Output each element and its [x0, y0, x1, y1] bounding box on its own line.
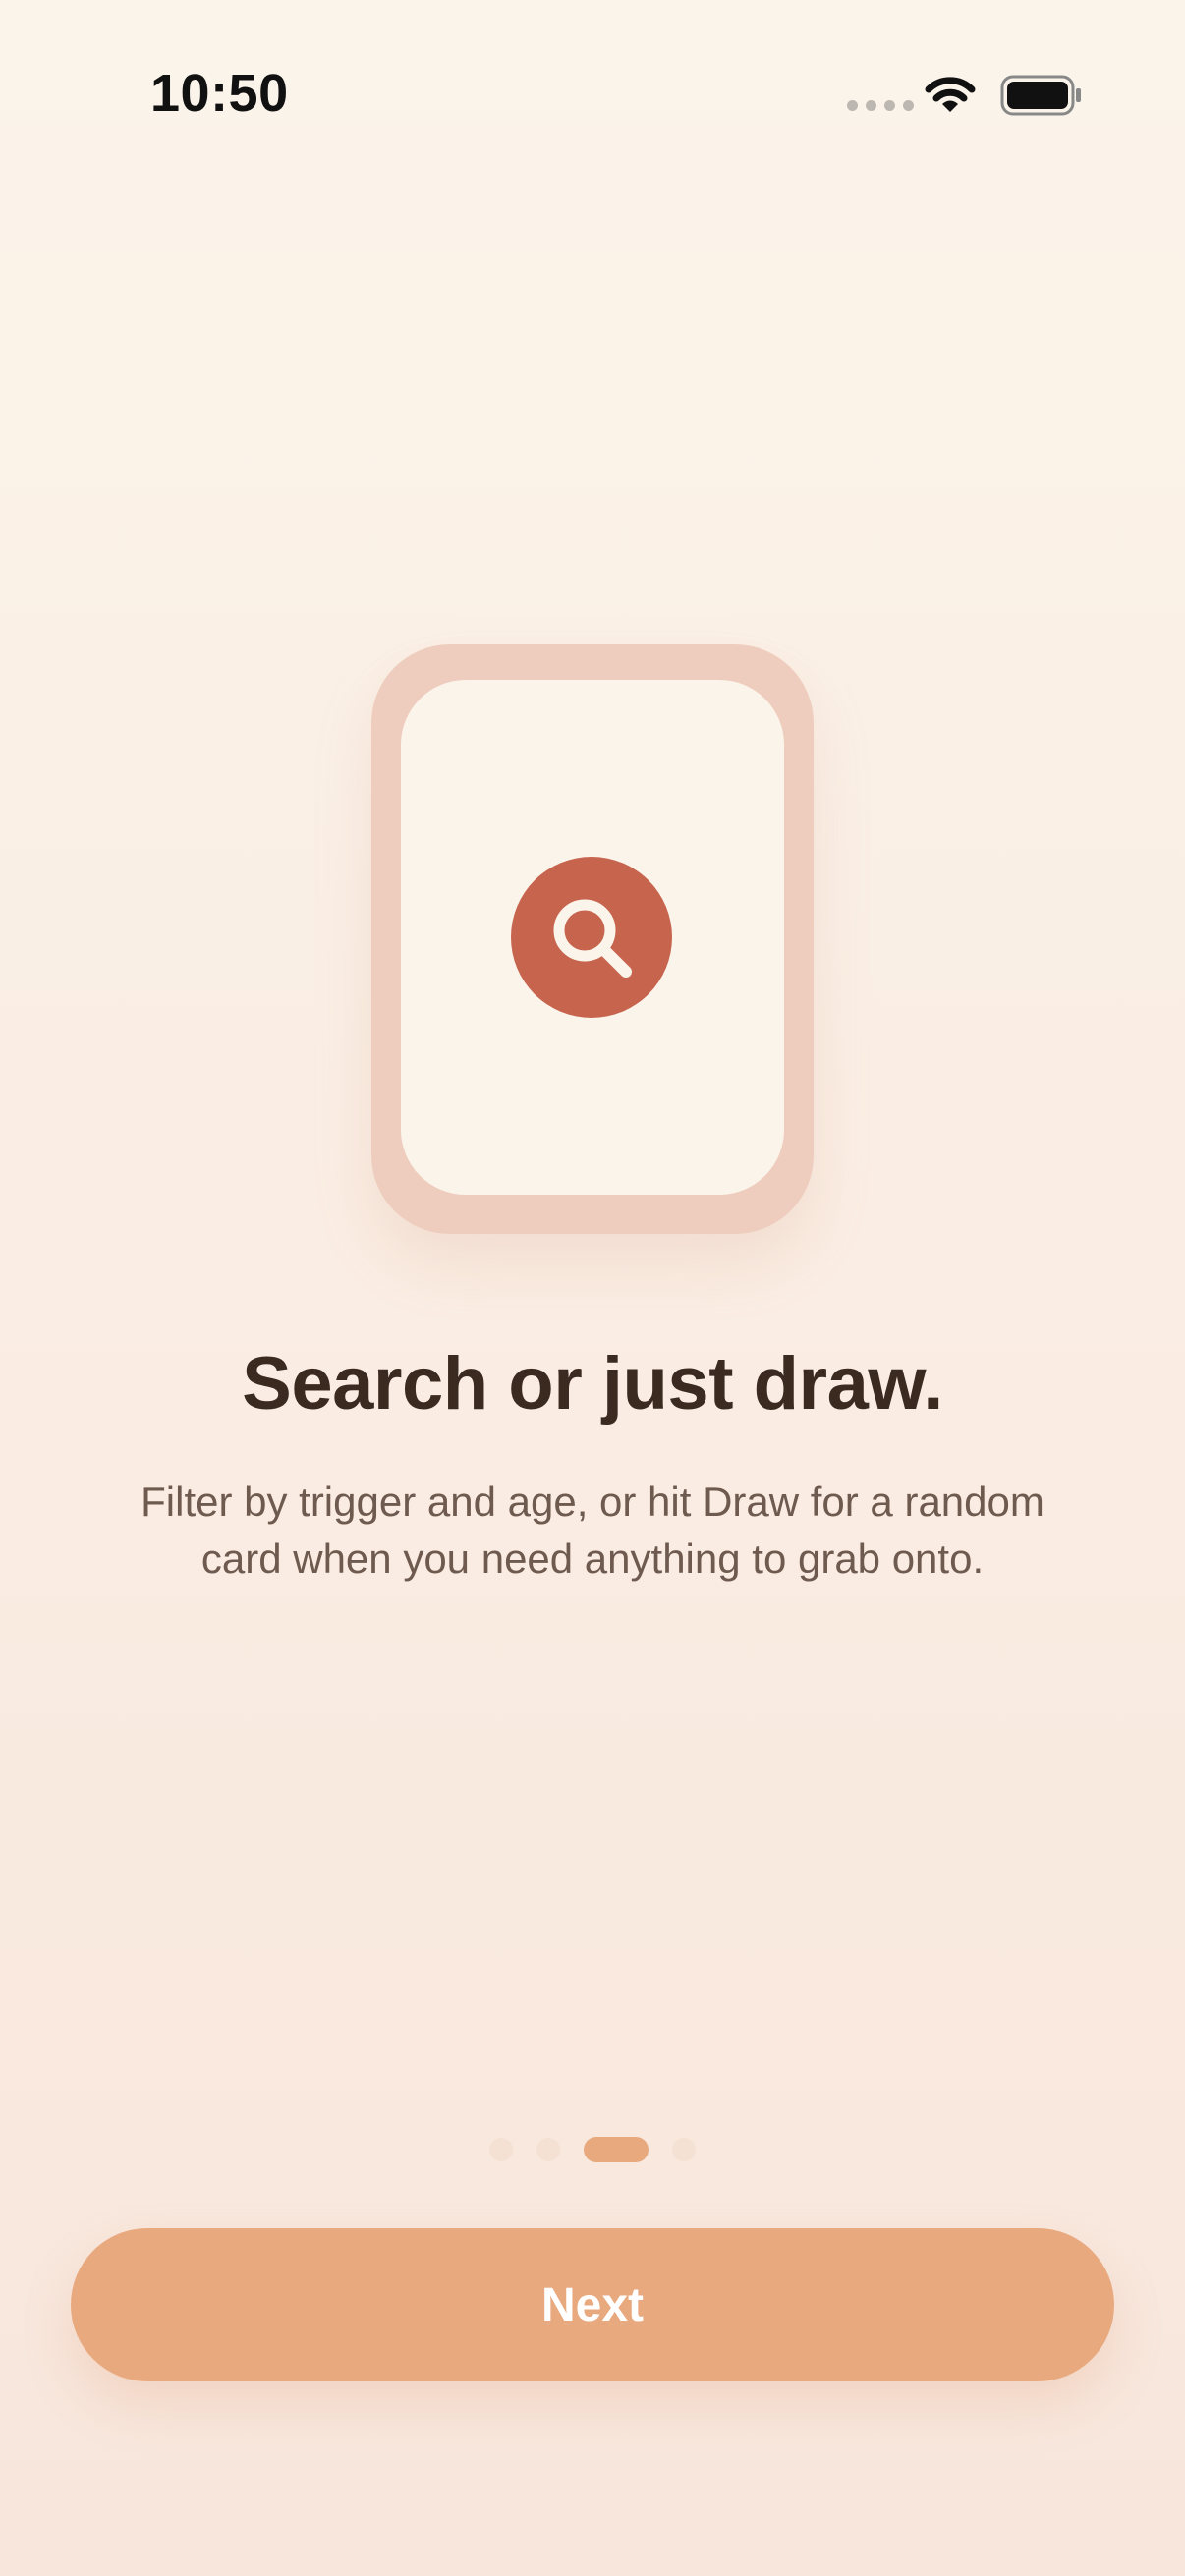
- cellular-signal-icon: [847, 100, 914, 111]
- next-button[interactable]: Next: [71, 2228, 1114, 2381]
- search-icon: [553, 899, 632, 978]
- page-dot-4[interactable]: [672, 2138, 696, 2161]
- wifi-icon: [925, 77, 976, 112]
- status-bar: 10:50: [0, 0, 1185, 196]
- battery-icon: [1000, 75, 1081, 116]
- onboarding-title: Search or just draw.: [242, 1342, 943, 1426]
- onboarding-description: Filter by trigger and age, or hit Draw f…: [141, 1479, 1044, 1582]
- card-illustration: [371, 644, 814, 1234]
- status-time: 10:50: [150, 64, 289, 123]
- page-indicator: [0, 2137, 1185, 2162]
- page-dot-1[interactable]: [489, 2138, 513, 2161]
- search-badge: [511, 857, 672, 1018]
- page-dot-3-active[interactable]: [584, 2137, 649, 2162]
- page-dot-2[interactable]: [536, 2138, 560, 2161]
- card-face: [401, 680, 784, 1195]
